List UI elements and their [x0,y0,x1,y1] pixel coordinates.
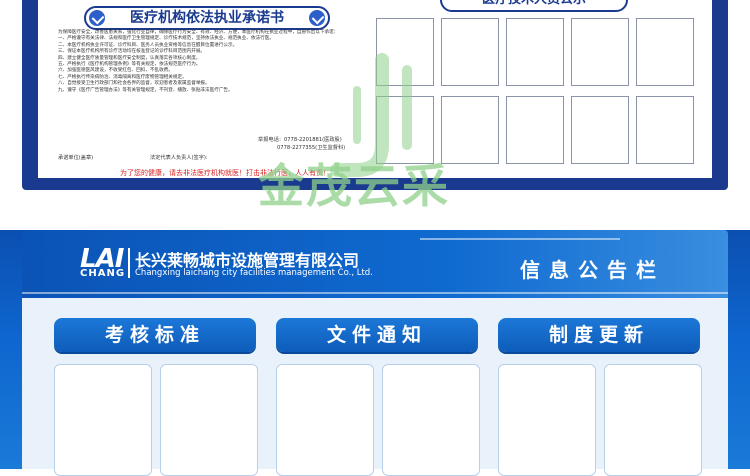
check-icon [309,10,325,26]
document-panel [498,364,596,476]
staff-photo-slot [636,18,694,86]
logo-divider [128,248,130,278]
certificate-title: 医疗机构依法执业承诺书 [84,6,330,30]
section-header-assessment: 考核标准 [54,318,256,352]
board-title: 信息公告栏 [520,258,665,282]
company-name-en: Changxing laichang city facilities manag… [135,268,373,278]
document-panel [382,364,480,476]
section-header-notices: 文件通知 [276,318,478,352]
tech-staff-title: 医疗技术人员公示 [440,0,628,12]
staff-photo-slot [571,96,629,164]
certificate-title-text: 医疗机构依法执业承诺书 [130,10,284,26]
check-icon [89,10,105,26]
decorative-line [22,292,728,294]
section-header-rules: 制度更新 [498,318,700,352]
signer-person: 法定代表人负责人(签字): [150,155,208,161]
document-panel [604,364,702,476]
document-panel [276,364,374,476]
company-logo-sub: CHANG [80,268,126,279]
decorative-line [420,238,620,240]
staff-photo-slot [636,96,694,164]
watermark-text: 金茂云采 [258,159,450,213]
staff-photo-slot [571,18,629,86]
document-panel [54,364,152,476]
document-panel [160,364,258,476]
signer-unit: 承诺单位(盖章) [58,155,94,161]
